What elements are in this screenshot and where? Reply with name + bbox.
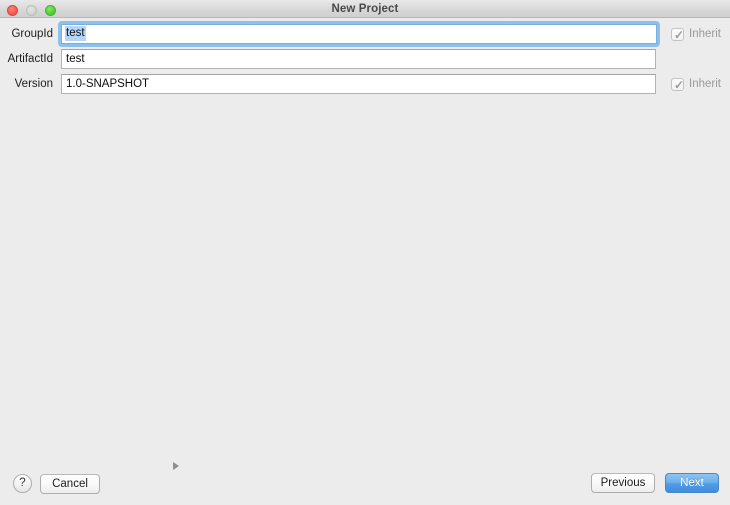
cancel-button[interactable]: Cancel	[40, 474, 100, 494]
form-row-artifactid: ArtifactId	[0, 49, 730, 69]
artifactid-input[interactable]	[61, 49, 656, 69]
groupid-label: GroupId	[11, 28, 53, 40]
help-button[interactable]: ?	[13, 474, 32, 493]
form-row-groupid: GroupId test ✓ Inherit	[0, 21, 730, 47]
groupid-inherit-checkbox[interactable]: ✓ Inherit	[671, 26, 721, 42]
form-row-version: Version ✓ Inherit	[0, 74, 730, 94]
version-inherit-checkbox[interactable]: ✓ Inherit	[671, 76, 721, 92]
version-input[interactable]	[61, 74, 656, 94]
window-titlebar: New Project	[0, 0, 730, 18]
artifactid-label: ArtifactId	[7, 53, 53, 65]
new-project-dialog: New Project GroupId test ✓ Inherit Artif…	[0, 0, 730, 505]
groupid-inherit-label: Inherit	[689, 28, 721, 40]
previous-button[interactable]: Previous	[591, 473, 655, 493]
groupid-input[interactable]	[61, 24, 657, 44]
checkbox-checked-icon: ✓	[671, 77, 684, 92]
checkbox-checked-icon: ✓	[671, 27, 684, 42]
next-button[interactable]: Next	[665, 473, 719, 493]
window-title: New Project	[331, 3, 399, 15]
version-label: Version	[14, 78, 53, 90]
version-inherit-label: Inherit	[689, 78, 721, 90]
triangle-right-icon[interactable]	[170, 460, 182, 472]
